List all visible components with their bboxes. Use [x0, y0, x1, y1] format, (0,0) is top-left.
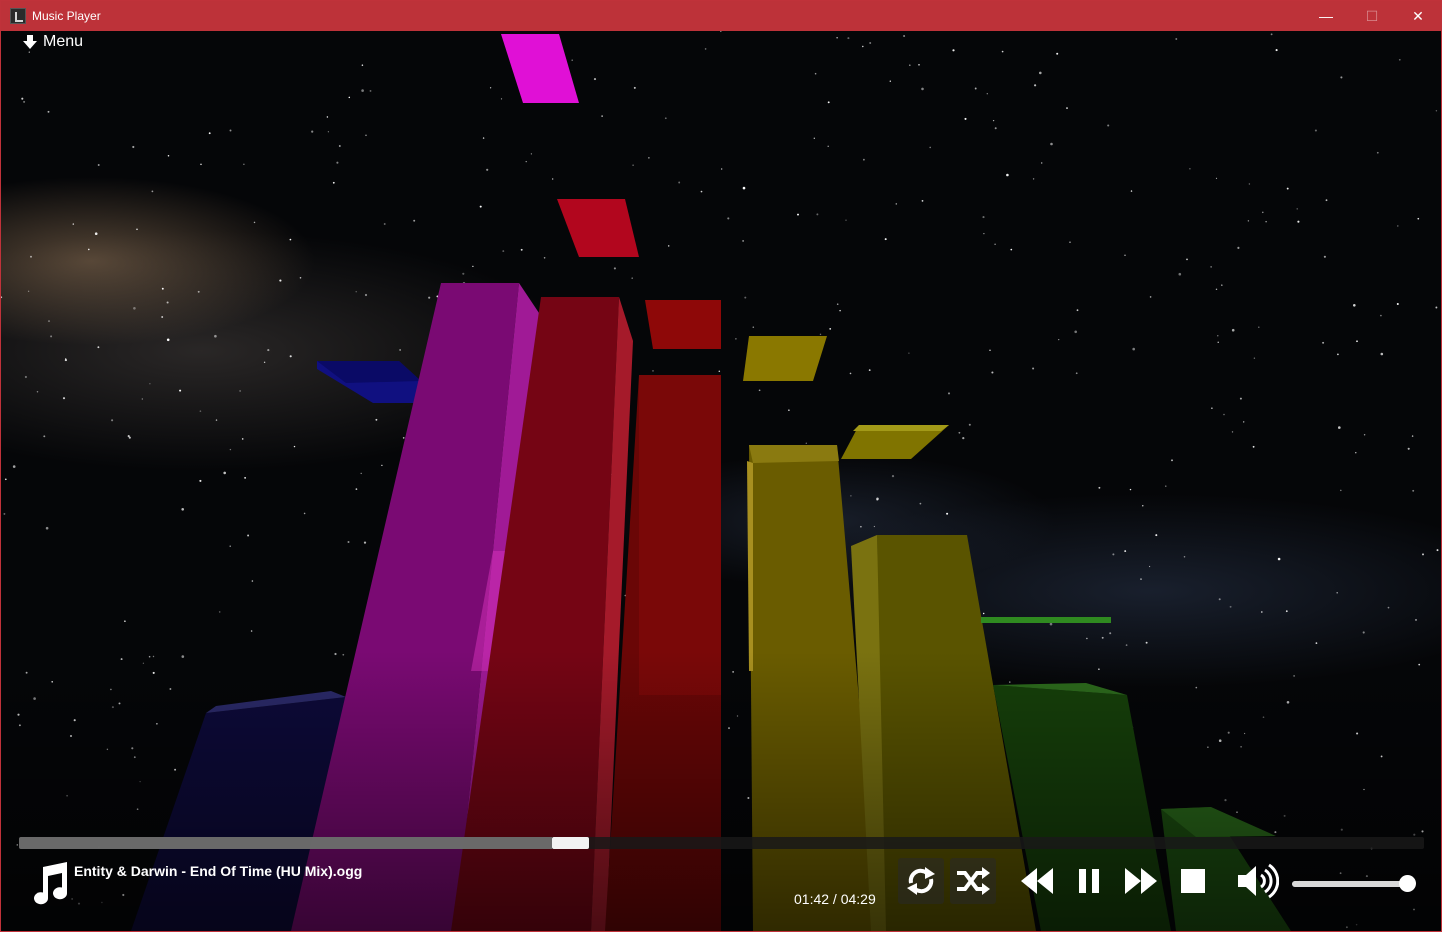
- spectrum-bar: [747, 461, 753, 671]
- volume-slider[interactable]: [1292, 875, 1416, 892]
- peak-cap: [557, 199, 639, 257]
- spectrum-bar: [749, 445, 839, 463]
- visualizer-scene: Menu Entity & Darwin - End Of Time (HU M…: [1, 31, 1441, 931]
- maximize-button[interactable]: ☐: [1349, 1, 1395, 31]
- menu-button[interactable]: Menu: [23, 32, 83, 52]
- peak-cap: [317, 361, 421, 383]
- stop-button[interactable]: [1170, 858, 1216, 904]
- track-title: Entity & Darwin - End Of Time (HU Mix).o…: [74, 863, 363, 879]
- previous-button[interactable]: [1014, 858, 1060, 904]
- volume-slider-thumb[interactable]: [1399, 875, 1416, 892]
- minimize-button[interactable]: —: [1303, 1, 1349, 31]
- peak-cap: [743, 336, 827, 381]
- music-player-window: Music Player — ☐ ✕ Menu Entity & Darwin …: [0, 0, 1442, 932]
- time-separator: /: [829, 891, 841, 907]
- spectrum-visualizer: [1, 34, 1441, 931]
- volume-slider-fill: [1292, 881, 1408, 887]
- arrow-down-icon: [23, 35, 37, 49]
- repeat-icon: [907, 867, 935, 895]
- window-controls: — ☐ ✕: [1303, 1, 1441, 31]
- menu-label: Menu: [43, 33, 84, 50]
- next-button[interactable]: [1118, 858, 1164, 904]
- pause-icon: [1079, 869, 1099, 893]
- seek-bar[interactable]: [19, 837, 1424, 849]
- peak-cap: [501, 34, 579, 103]
- total-duration: 04:29: [840, 891, 876, 907]
- time-display: 01:42 / 04:29: [794, 891, 876, 907]
- repeat-button[interactable]: [898, 858, 944, 904]
- fast-forward-icon: [1125, 868, 1157, 894]
- rewind-icon: [1021, 868, 1053, 894]
- window-title: Music Player: [32, 9, 101, 23]
- shuffle-button[interactable]: [950, 858, 996, 904]
- title-bar[interactable]: Music Player — ☐ ✕: [1, 1, 1441, 31]
- peak-cap: [981, 617, 1111, 623]
- pause-button[interactable]: [1066, 858, 1112, 904]
- peak-cap: [853, 425, 949, 431]
- shuffle-icon: [957, 867, 990, 895]
- spectrum-bar-face: [639, 375, 721, 695]
- stop-icon: [1181, 869, 1205, 893]
- volume-button[interactable]: [1234, 858, 1280, 904]
- speaker-icon: [1238, 863, 1279, 899]
- current-time: 01:42: [794, 891, 830, 907]
- seek-bar-thumb[interactable]: [552, 837, 589, 849]
- close-button[interactable]: ✕: [1395, 1, 1441, 31]
- seek-bar-progress: [19, 837, 552, 849]
- bottom-shade: [1, 651, 1441, 931]
- peak-cap: [645, 300, 721, 349]
- app-icon: [10, 8, 26, 24]
- music-note-icon: [34, 862, 68, 905]
